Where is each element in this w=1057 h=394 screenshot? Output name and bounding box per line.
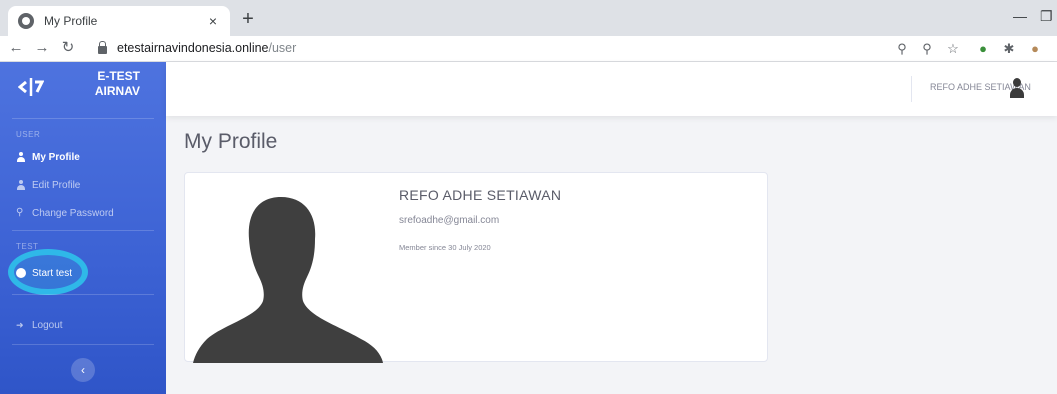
profile-member-since: Member since 30 July 2020 [399, 243, 491, 252]
extension-icon[interactable]: ● [974, 40, 992, 58]
section-user: USER [16, 130, 41, 139]
key-icon[interactable]: ⚲ [893, 40, 911, 58]
circle-icon [16, 268, 26, 278]
sidebar-item-logout[interactable]: ➜ Logout [16, 316, 63, 334]
user-edit-icon [16, 180, 26, 190]
tab-close-button[interactable]: × [206, 13, 220, 29]
sidebar-divider [12, 344, 154, 345]
back-icon[interactable]: ← [6, 39, 26, 57]
sidebar-divider [12, 118, 154, 119]
new-tab-button[interactable]: + [236, 8, 260, 32]
url-domain: etestairnavindonesia.online [117, 41, 269, 55]
sidebar-item-start-test[interactable]: Start test [16, 264, 72, 282]
sidebar-item-label: Edit Profile [32, 179, 81, 191]
reload-icon[interactable]: ↻ [58, 39, 78, 57]
sidebar-item-edit-profile[interactable]: Edit Profile [16, 176, 80, 194]
minimize-icon[interactable]: — [1013, 8, 1027, 24]
user-icon [16, 152, 26, 162]
browser-tab[interactable]: My Profile × [8, 6, 230, 36]
tab-title: My Profile [44, 14, 98, 28]
topbar-divider [911, 76, 912, 102]
forward-icon[interactable]: → [32, 39, 52, 57]
sidebar-divider [12, 294, 154, 295]
brand-line2: AIRNAV [94, 84, 140, 98]
key-icon: ⚲ [16, 207, 24, 218]
logout-icon: ➜ [16, 320, 24, 330]
url-field[interactable]: etestairnavindonesia.online /user [92, 37, 882, 59]
sidebar: E-TEST AIRNAV USER My Profile Edit Profi… [0, 62, 166, 394]
sidebar-item-change-password[interactable]: ⚲ Change Password [16, 204, 114, 222]
profile-name: REFO ADHE SETIAWAN [399, 187, 562, 203]
sidebar-item-my-profile[interactable]: My Profile [16, 148, 80, 166]
topbar: REFO ADHE SETIAWAN [166, 62, 1057, 116]
profile-photo [193, 193, 383, 363]
puzzle-icon[interactable]: ✱ [1000, 40, 1018, 58]
lock-icon [98, 40, 107, 54]
brand[interactable]: E-TEST AIRNAV [0, 62, 166, 112]
profile-email: srefoadhe@gmail.com [399, 215, 500, 226]
brand-name: E-TEST AIRNAV [80, 69, 140, 99]
page-title: My Profile [184, 130, 278, 153]
avatar[interactable] [1010, 78, 1024, 98]
sidebar-toggle-button[interactable]: ‹ [71, 358, 95, 382]
zoom-icon[interactable]: ⚲ [918, 40, 936, 58]
sidebar-item-label: Logout [32, 319, 63, 331]
star-icon[interactable]: ☆ [944, 40, 962, 58]
sidebar-divider [12, 230, 154, 231]
globe-icon [18, 13, 34, 29]
sidebar-item-label: My Profile [32, 151, 80, 163]
brand-logo-icon [17, 76, 45, 98]
browser-tab-strip: My Profile × + — ❐ [0, 0, 1057, 36]
profile-card: REFO ADHE SETIAWAN srefoadhe@gmail.com M… [184, 172, 768, 363]
sidebar-item-label: Change Password [32, 207, 114, 219]
profile-icon[interactable]: ● [1026, 40, 1044, 58]
address-bar: ← → ↻ etestairnavindonesia.online /user … [0, 36, 1057, 62]
sidebar-item-label: Start test [32, 267, 73, 279]
url-path: /user [268, 41, 297, 55]
restore-icon[interactable]: ❐ [1040, 8, 1053, 25]
brand-line1: E-TEST [97, 69, 140, 83]
